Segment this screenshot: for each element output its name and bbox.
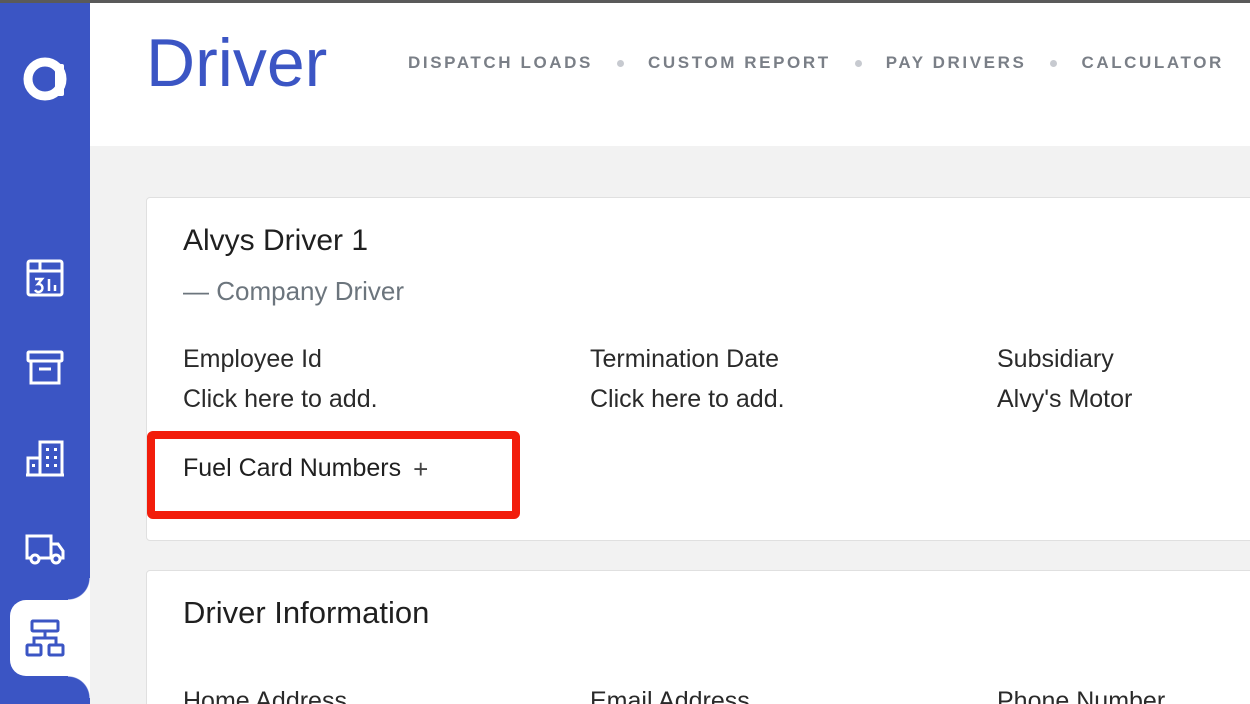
- nav-pay-drivers[interactable]: PAY DRIVERS: [886, 53, 1027, 73]
- driver-name: Alvys Driver 1: [183, 224, 369, 257]
- building-icon[interactable]: [24, 437, 66, 479]
- nav-custom-report[interactable]: CUSTOM REPORT: [648, 53, 831, 73]
- plus-icon[interactable]: +: [413, 456, 428, 482]
- alvys-logo-icon[interactable]: [22, 56, 68, 102]
- fuel-card-numbers-field[interactable]: Fuel Card Numbers +: [183, 454, 428, 483]
- archive-icon[interactable]: [24, 347, 66, 389]
- subsidiary-label: Subsidiary: [997, 345, 1114, 373]
- driver-summary-card: Alvys Driver 1 — Company Driver Employee…: [146, 197, 1250, 541]
- window-top-border: [0, 0, 1250, 3]
- calendar-icon[interactable]: [24, 257, 66, 299]
- nav-separator-dot: [1050, 59, 1058, 67]
- subsidiary-value[interactable]: Alvy's Motor: [997, 385, 1132, 414]
- page-title: Driver: [146, 25, 328, 101]
- org-chart-icon[interactable]: [24, 617, 66, 659]
- employee-id-value[interactable]: Click here to add.: [183, 385, 378, 414]
- home-address-label: Home Address: [183, 687, 347, 704]
- nav-separator-dot: [617, 59, 624, 67]
- nav-calculator[interactable]: CALCULATOR: [1081, 53, 1223, 73]
- email-address-label: Email Address: [590, 687, 750, 704]
- fuel-card-numbers-label: Fuel Card Numbers: [183, 454, 402, 482]
- sidebar: [0, 3, 90, 704]
- section-title: Driver Information: [183, 595, 430, 630]
- driver-type: — Company Driver: [183, 276, 405, 306]
- top-nav: DISPATCH LOADS CUSTOM REPORT PAY DRIVERS…: [408, 53, 1224, 73]
- termination-date-label: Termination Date: [590, 345, 779, 373]
- termination-date-value[interactable]: Click here to add.: [590, 385, 785, 414]
- phone-number-label: Phone Number: [997, 687, 1166, 704]
- nav-separator-dot: [854, 59, 862, 67]
- nav-dispatch-loads[interactable]: DISPATCH LOADS: [408, 53, 593, 73]
- header: Driver DISPATCH LOADS CUSTOM REPORT PAY …: [90, 3, 1250, 146]
- employee-id-label: Employee Id: [183, 345, 322, 373]
- app-window: Driver DISPATCH LOADS CUSTOM REPORT PAY …: [0, 0, 1250, 704]
- driver-information-card: Driver Information Home Address Email Ad…: [146, 570, 1250, 704]
- truck-icon[interactable]: [24, 527, 66, 569]
